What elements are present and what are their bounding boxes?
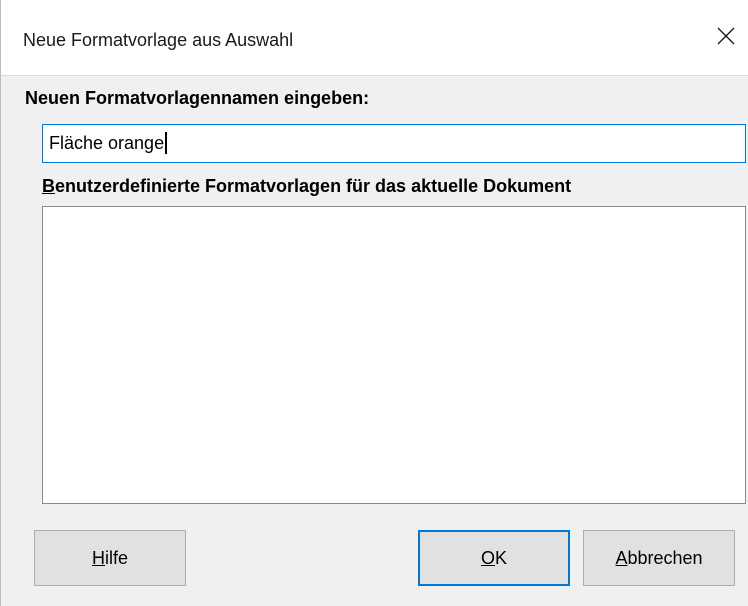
cancel-button-label: bbrechen xyxy=(627,547,703,568)
close-button[interactable] xyxy=(703,14,748,58)
cancel-button-accel: A xyxy=(615,547,628,568)
help-button[interactable]: Hilfe xyxy=(34,530,186,586)
close-icon xyxy=(717,27,735,45)
custom-styles-label-text: enutzerdefinierte Formatvorlagen für das… xyxy=(55,176,572,196)
title-bar: Neue Formatvorlage aus Auswahl xyxy=(1,0,748,76)
ok-button[interactable]: OK xyxy=(418,530,570,586)
cancel-button[interactable]: Abbrechen xyxy=(583,530,735,586)
style-name-value: Fläche orange xyxy=(49,133,165,153)
custom-styles-label: Benutzerdefinierte Formatvorlagen für da… xyxy=(42,176,571,197)
ok-button-accel: O xyxy=(480,547,495,568)
help-button-label: ilfe xyxy=(104,547,128,568)
custom-styles-label-accel: B xyxy=(42,176,55,196)
text-caret xyxy=(165,131,168,154)
style-name-label: Neuen Formatvorlagennamen eingeben: xyxy=(25,88,370,108)
dialog-title: Neue Formatvorlage aus Auswahl xyxy=(23,30,294,50)
help-button-accel: H xyxy=(91,547,105,568)
new-style-dialog: Neue Formatvorlage aus Auswahl Neuen For… xyxy=(0,0,748,606)
style-name-input[interactable]: Fläche orange xyxy=(42,124,746,163)
ok-button-label: K xyxy=(495,547,508,568)
custom-styles-list[interactable] xyxy=(42,206,746,504)
